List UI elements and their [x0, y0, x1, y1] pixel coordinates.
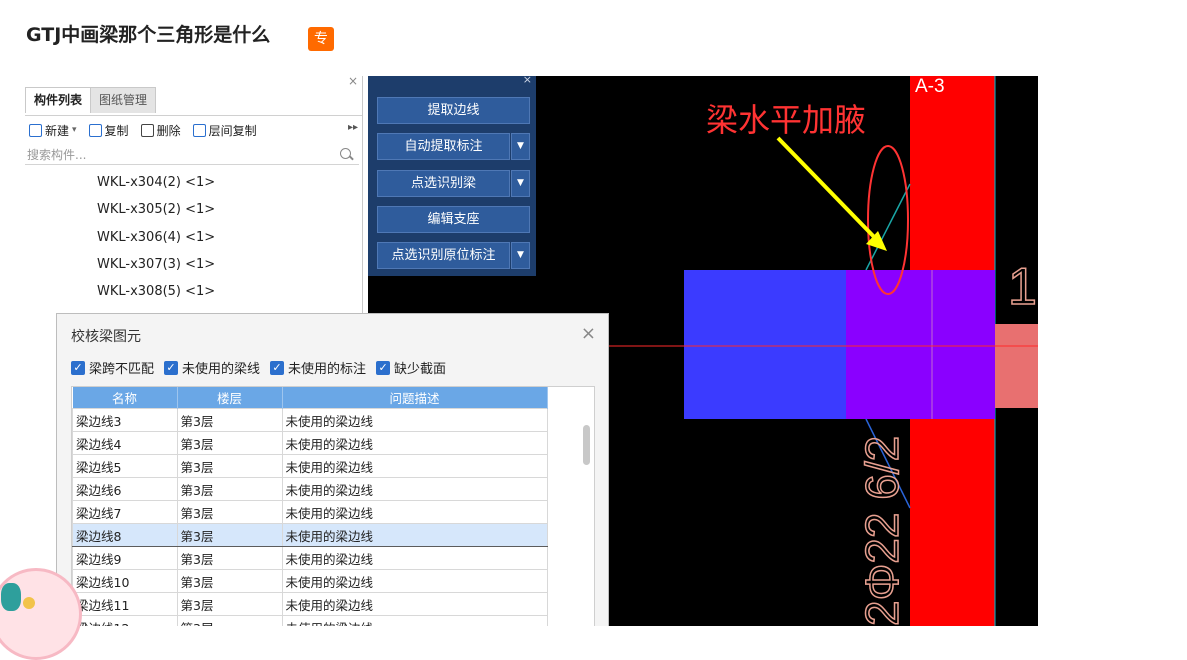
pink-beam-rect	[995, 324, 1038, 408]
beam-rect	[684, 270, 846, 419]
list-item[interactable]: WKL-x306(4) <1>	[97, 230, 215, 258]
more-icon[interactable]: ▸▸	[348, 122, 358, 133]
dimension-text: 2Φ22 6/2	[856, 436, 908, 626]
table-row[interactable]: 梁边线4 第3层 未使用的梁边线	[72, 431, 548, 455]
table-row-selected[interactable]: 梁边线8 第3层 未使用的梁边线	[72, 523, 548, 547]
auto-extract-label-button[interactable]: 自动提取标注	[377, 133, 510, 160]
copy-button[interactable]: 复制	[88, 122, 129, 139]
column-header-desc[interactable]: 问题描述	[282, 387, 548, 409]
table-row[interactable]: 梁边线11 第3层 未使用的梁边线	[72, 592, 548, 616]
table-header: 名称 楼层 问题描述	[72, 387, 548, 409]
table-row[interactable]: 梁边线5 第3层 未使用的梁边线	[72, 454, 548, 478]
tab-drawing-management[interactable]: 图纸管理	[90, 87, 157, 113]
vertical-scrollbar[interactable]	[583, 425, 590, 465]
list-item[interactable]: WKL-x305(2) <1>	[97, 203, 215, 230]
chevron-down-icon[interactable]: ▼	[511, 133, 530, 160]
floor-copy-button[interactable]: 层间复制	[192, 122, 257, 139]
panel-tabs: 构件列表 图纸管理	[25, 87, 157, 113]
check-beam-dialog: 校核梁图元 × ✓ 梁跨不匹配 ✓ 未使用的梁线 ✓ 未使用的标注 ✓ 缺少截面 名称 …	[56, 313, 609, 626]
delete-button[interactable]: 删除	[140, 122, 181, 139]
close-icon[interactable]: ×	[348, 76, 358, 88]
close-icon[interactable]: ×	[581, 323, 596, 344]
problem-table: 名称 楼层 问题描述 梁边线3 第3层 未使用的梁边线 梁边线4 第3层 未使用的梁边线…	[71, 386, 595, 626]
close-icon[interactable]: ×	[523, 76, 532, 86]
checkbox-unused-label[interactable]: ✓ 未使用的标注	[270, 358, 366, 377]
list-item[interactable]: WKL-x307(3) <1>	[97, 257, 215, 285]
screenshot: A-3 梁水平加腋 10 2Φ22 6/2 × 构件列表 图纸管理 新建 ▾ 复…	[25, 76, 1038, 626]
check-icon: ✓	[164, 360, 179, 375]
table-row[interactable]: 梁边线3 第3层 未使用的梁边线	[72, 408, 548, 432]
beam-tool-panel: × 提取边线 自动提取标注 ▼ 点选识别梁 ▼ 编辑支座 点选识别原位标注 ▼	[368, 76, 536, 276]
point-identify-beam-button[interactable]: 点选识别梁	[377, 170, 510, 197]
chevron-down-icon: ▾	[72, 125, 77, 135]
trash-icon	[140, 123, 154, 137]
extract-edge-button[interactable]: 提取边线	[377, 97, 530, 124]
avatar	[0, 568, 82, 660]
list-item[interactable]: WKL-x308(5) <1>	[97, 285, 215, 312]
component-toolbar: 新建 ▾ 复制 删除 层间复制 ▸▸	[25, 115, 362, 144]
check-icon: ✓	[71, 360, 85, 375]
copy-icon	[88, 123, 102, 137]
new-button[interactable]: 新建 ▾	[29, 122, 77, 139]
edit-support-button[interactable]: 编辑支座	[377, 206, 530, 233]
search-input[interactable]: 搜索构件...	[25, 145, 359, 165]
column-header-name[interactable]: 名称	[72, 387, 178, 409]
chevron-down-icon[interactable]: ▼	[511, 170, 530, 197]
table-row[interactable]: 梁边线12第3层未使用的梁边线	[72, 615, 548, 626]
edge-text: 10	[1008, 258, 1038, 316]
dialog-title: 校核梁图元	[71, 329, 141, 345]
floor-copy-icon	[192, 123, 206, 137]
list-item[interactable]: WKL-x304(2) <1>	[97, 175, 215, 203]
check-icon: ✓	[376, 360, 391, 375]
annotation-label: 梁水平加腋	[706, 101, 866, 139]
axis-label: A-3	[915, 76, 945, 97]
tab-component-list[interactable]: 构件列表	[25, 87, 92, 113]
new-icon	[29, 123, 42, 137]
chevron-down-icon[interactable]: ▼	[511, 242, 530, 269]
checkbox-span-mismatch[interactable]: ✓ 梁跨不匹配	[71, 358, 154, 377]
component-list: WKL-x304(2) <1> WKL-x305(2) <1> WKL-x306…	[97, 175, 215, 312]
checkbox-missing-section[interactable]: ✓ 缺少截面	[376, 358, 446, 377]
beam-column-overlap	[846, 270, 995, 419]
table-row[interactable]: 梁边线7 第3层 未使用的梁边线	[72, 500, 548, 524]
checkbox-unused-beam-line[interactable]: ✓ 未使用的梁线	[164, 358, 260, 377]
table-row[interactable]: 梁边线6 第3层 未使用的梁边线	[72, 477, 548, 501]
filter-checkboxes: ✓ 梁跨不匹配 ✓ 未使用的梁线 ✓ 未使用的标注 ✓ 缺少截面	[71, 358, 456, 377]
page-title: GTJ中画梁那个三角形是什么	[26, 24, 271, 46]
point-identify-inplace-button[interactable]: 点选识别原位标注	[377, 242, 510, 269]
search-icon[interactable]	[340, 148, 351, 159]
special-badge: 专	[308, 27, 334, 51]
check-icon: ✓	[270, 360, 285, 375]
table-row[interactable]: 梁边线10 第3层 未使用的梁边线	[72, 569, 548, 593]
column-header-floor[interactable]: 楼层	[177, 387, 283, 409]
table-row[interactable]: 梁边线9 第3层 未使用的梁边线	[72, 546, 548, 570]
